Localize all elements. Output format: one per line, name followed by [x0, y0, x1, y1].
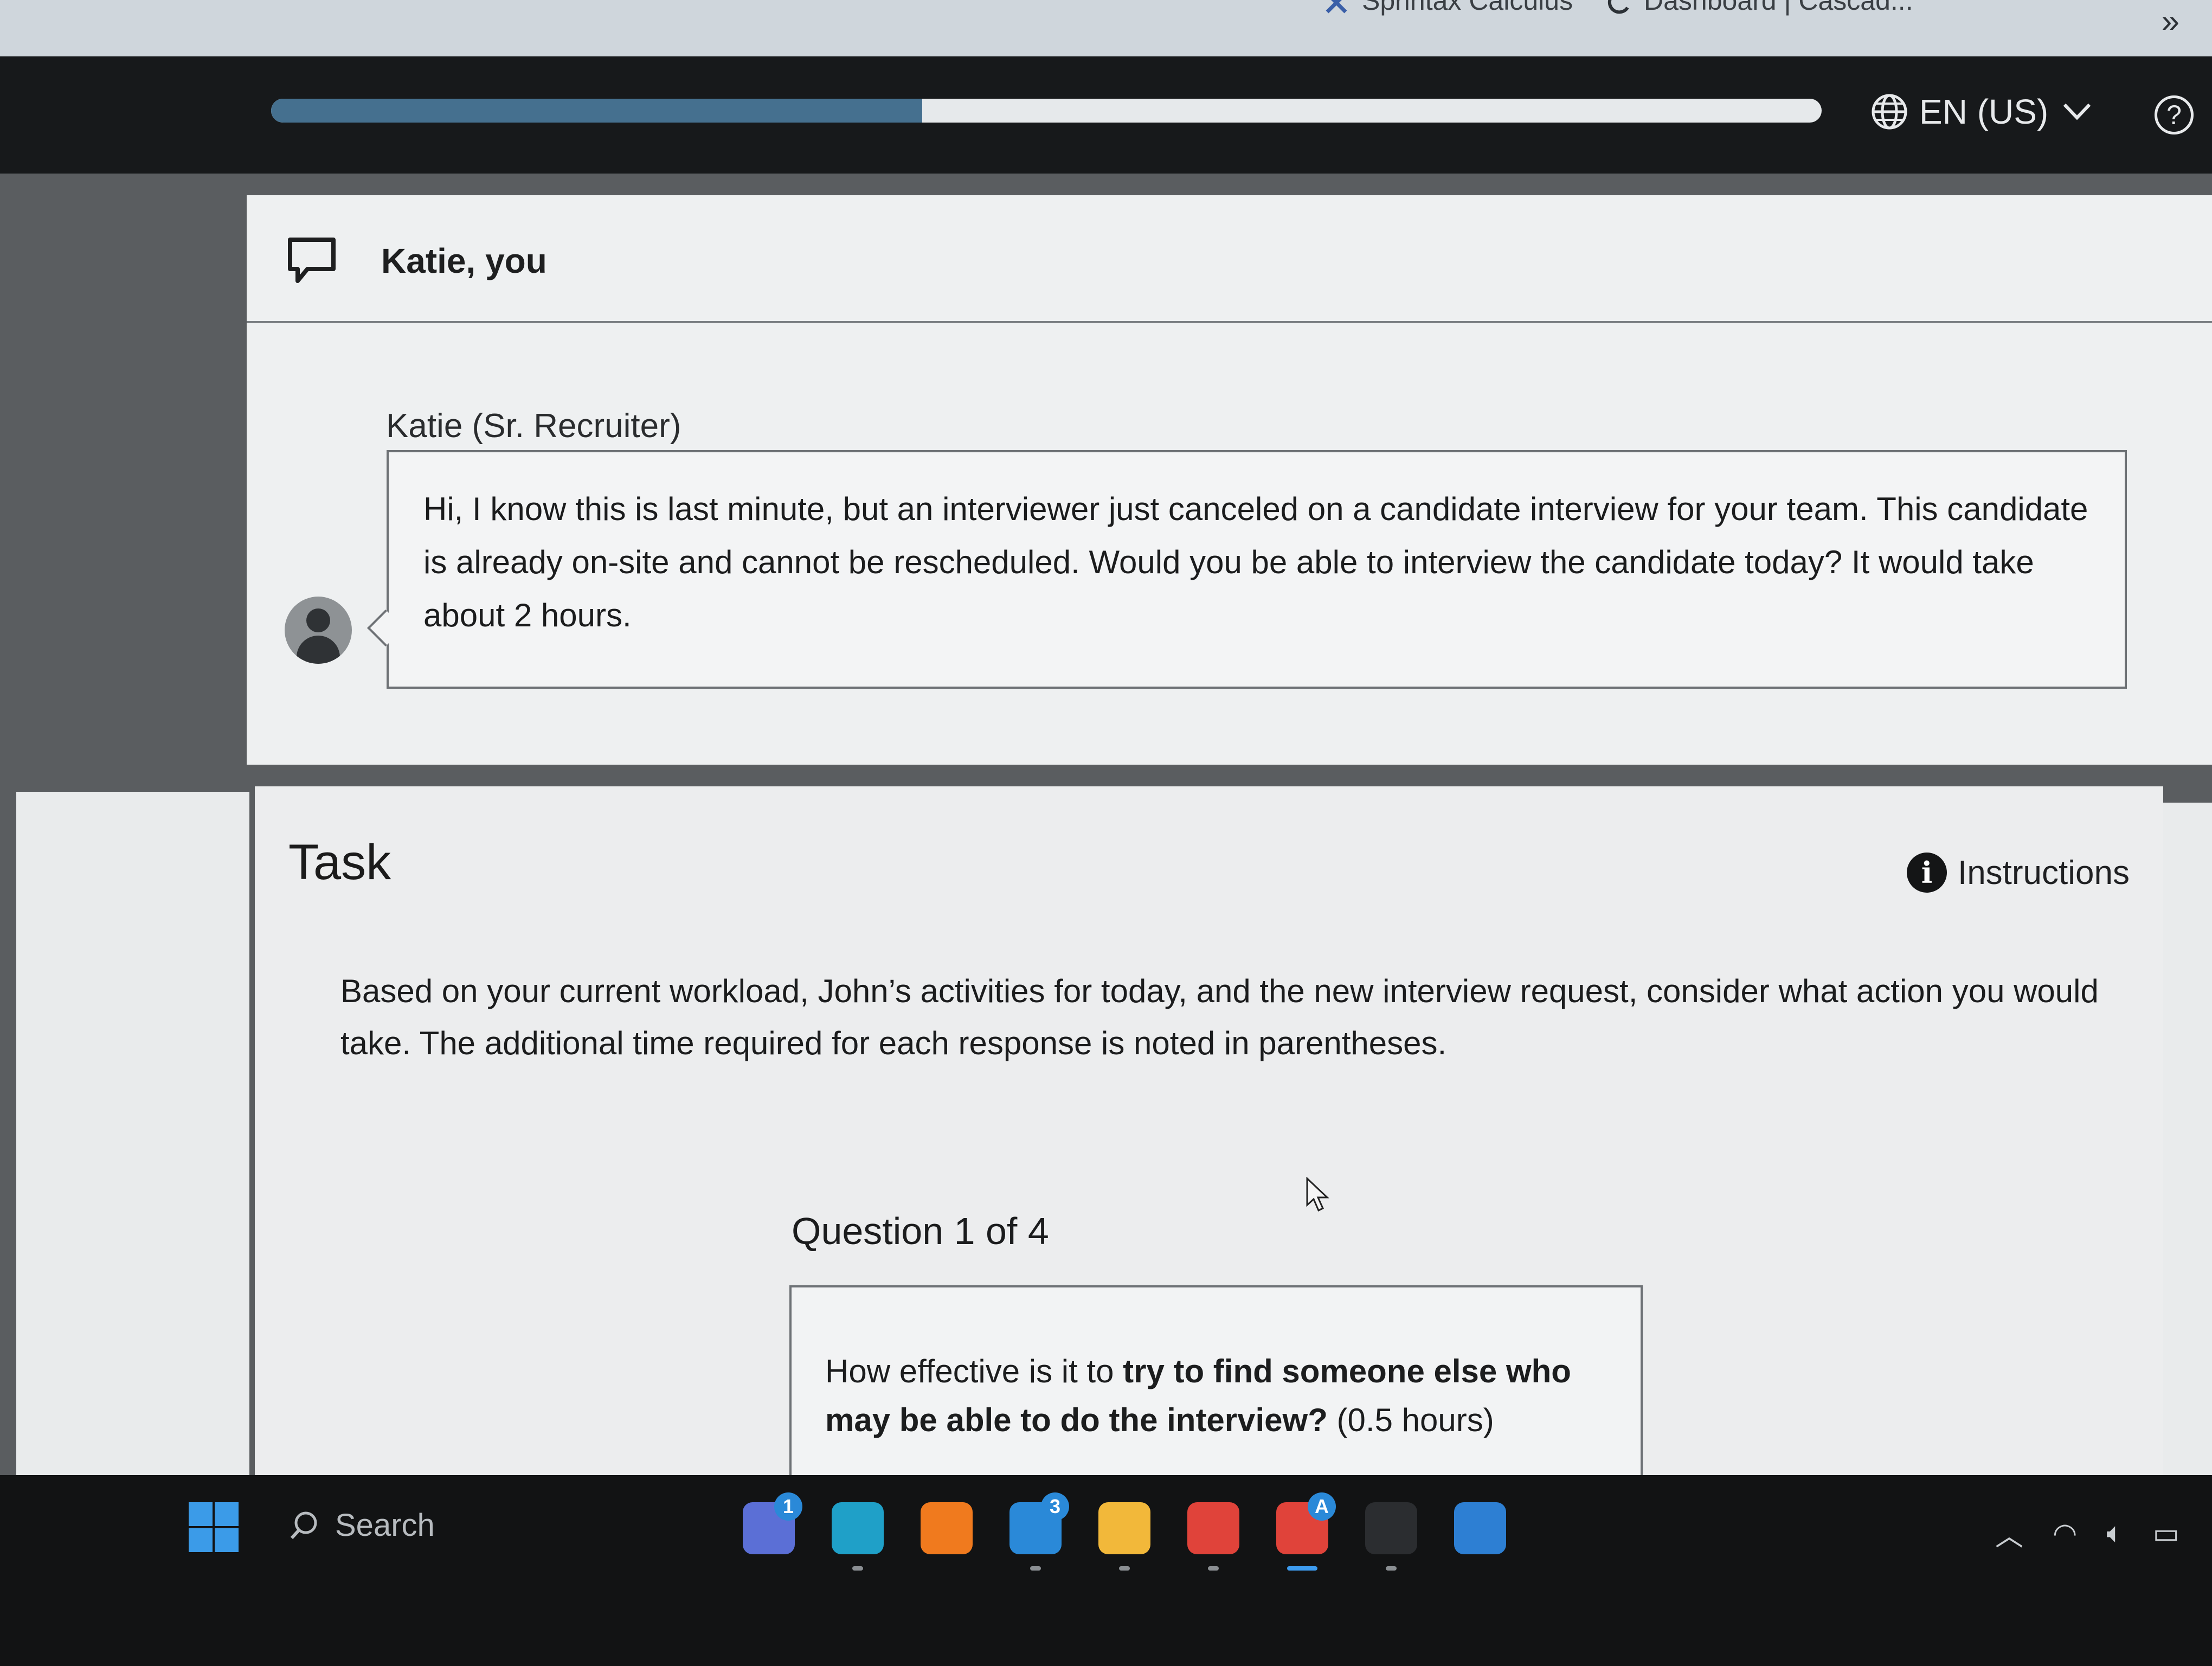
taskbar: Search 1 3 A ︿ ◠ 🔈︎ ▭ [0, 1475, 2212, 1666]
message-bubble: Hi, I know this is last minute, but an i… [387, 450, 2127, 689]
left-margin-panel [16, 792, 249, 1475]
instructions-link[interactable]: i Instructions [1906, 853, 2130, 893]
running-indicator [1287, 1566, 1317, 1571]
info-icon: i [1906, 853, 1947, 893]
chrome-icon[interactable] [1187, 1502, 1239, 1571]
question-box: How effective is it to try to find someo… [789, 1285, 1643, 1481]
notification-badge: 1 [774, 1492, 802, 1521]
double-chevron-right-icon[interactable]: » [2162, 2, 2179, 40]
chat-card: Katie, you Katie (Sr. Recruiter) Hi, I k… [247, 195, 2212, 765]
battery-icon[interactable]: ▭ [2153, 1517, 2179, 1550]
chat-title: Katie, you [381, 241, 547, 280]
globe-icon [1872, 94, 1907, 130]
question-prefix: How effective is it to [825, 1353, 1123, 1389]
language-label: EN (US) [1919, 92, 2049, 131]
question-text: How effective is it to try to find someo… [825, 1347, 1606, 1445]
volume-icon[interactable]: 🔈︎ [2106, 1517, 2123, 1550]
question-counter: Question 1 of 4 [792, 1210, 1049, 1252]
sublime-text-icon[interactable] [921, 1502, 973, 1554]
instructions-label: Instructions [1957, 854, 2130, 892]
browser-tab-label: Sprintax Calculus [1362, 0, 1573, 16]
browser-tab-dashboard[interactable]: Dashboard | Cascad... [1605, 0, 1913, 17]
browser-tab-label: Dashboard | Cascad... [1644, 0, 1913, 16]
running-indicator [1386, 1566, 1397, 1571]
help-button[interactable]: ? [2155, 95, 2194, 134]
assessment-progress-bar [271, 99, 1822, 123]
search-label: Search [335, 1507, 435, 1543]
right-margin-panel [2163, 803, 2212, 1475]
task-description: Based on your current workload, John’s a… [340, 973, 2099, 1061]
running-indicator [1030, 1566, 1041, 1571]
chevron-up-icon[interactable]: ︿ [1995, 1513, 2023, 1554]
mouse-pointer-icon [1306, 1177, 1329, 1212]
search-icon [290, 1511, 317, 1540]
running-indicator [1119, 1566, 1130, 1571]
loading-spinner-icon [1607, 0, 1629, 14]
help-glyph: ? [2166, 100, 2182, 130]
notification-badge: A [1308, 1492, 1336, 1521]
question-suffix: (0.5 hours) [1327, 1402, 1494, 1438]
edge-icon[interactable] [832, 1502, 884, 1571]
task-title: Task [288, 835, 391, 890]
vscode-icon[interactable] [1454, 1502, 1506, 1554]
file-explorer-icon[interactable] [1098, 1502, 1150, 1571]
running-indicator [1208, 1566, 1219, 1571]
notification-badge: 3 [1041, 1492, 1069, 1521]
browser-tab-strip: Sprintax Calculus Dashboard | Cascad... … [0, 0, 2212, 56]
chrome-profile-icon[interactable]: A [1276, 1492, 1336, 1571]
x-logo-icon [1326, 0, 1347, 14]
speech-bubble-icon [288, 238, 336, 283]
task-card: Task i Instructions Based on your curren… [255, 786, 2163, 1481]
taskbar-search[interactable]: Search [287, 1498, 435, 1552]
app-header: EN (US) ? [0, 56, 2212, 174]
chevron-down-icon [2063, 103, 2091, 120]
terminal-icon[interactable] [1365, 1502, 1417, 1571]
running-indicator [852, 1566, 863, 1571]
message-sender: Katie (Sr. Recruiter) [386, 407, 681, 445]
start-button[interactable] [189, 1502, 239, 1552]
language-selector[interactable]: EN (US) [1870, 90, 2102, 133]
avatar [285, 597, 352, 664]
page-content: Katie, you Katie (Sr. Recruiter) Hi, I k… [0, 174, 2212, 1481]
wifi-icon[interactable]: ◠ [2053, 1517, 2077, 1550]
chat-header: Katie, you [247, 195, 2212, 323]
browser-tab-sprintax[interactable]: Sprintax Calculus [1323, 0, 1573, 17]
teams-meet-icon[interactable]: 1 [743, 1492, 802, 1554]
mail-icon[interactable]: 3 [1009, 1492, 1069, 1571]
message-text: Hi, I know this is last minute, but an i… [423, 491, 2088, 633]
system-tray: ︿ ◠ 🔈︎ ▭ [1995, 1513, 2179, 1554]
progress-fill [271, 99, 923, 123]
